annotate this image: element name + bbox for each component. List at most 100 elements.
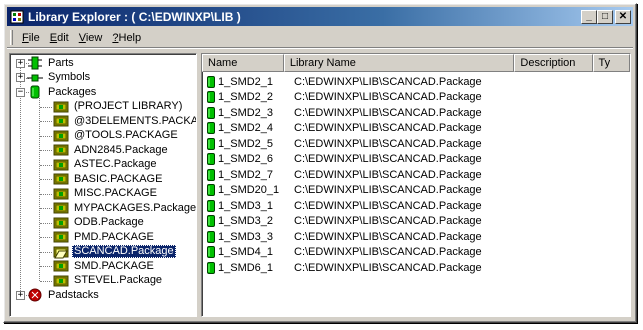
close-button[interactable]: ✕ xyxy=(615,9,631,24)
cell-name: 1_SMD6_1 xyxy=(218,261,274,274)
tree-package-label: SMD.PACKAGE xyxy=(74,259,154,272)
tree-package-label: MYPACKAGES.Package xyxy=(74,201,197,214)
tree-node-symbols[interactable]: Symbols xyxy=(27,71,92,86)
library-icon xyxy=(53,231,69,243)
library-icon xyxy=(53,130,69,142)
tree-node-padstacks[interactable]: Padstacks xyxy=(27,288,101,303)
tree-node-label: Parts xyxy=(48,56,74,69)
list-row[interactable]: 1_SMD2_1 C:\EDWINXP\LIB\SCANCAD.Package xyxy=(202,74,630,90)
tree-package-label: @TOOLS.PACKAGE xyxy=(74,129,178,142)
cell-name: 1_SMD4_1 xyxy=(218,246,274,259)
menu-help[interactable]: ?Help xyxy=(107,30,146,46)
packages-icon xyxy=(30,85,40,99)
tree-package-item[interactable]: MISC.PACKAGE xyxy=(53,187,159,202)
tree-package-item[interactable]: @TOOLS.PACKAGE xyxy=(53,129,180,144)
package-icon xyxy=(207,246,215,259)
tree-package-item[interactable]: @3DELEMENTS.PACKAGE xyxy=(53,114,196,129)
tree-package-item[interactable]: ASTEC.Package xyxy=(53,158,159,173)
expander-packages-icon[interactable]: − xyxy=(16,87,25,97)
list-row[interactable]: 1_SMD6_1 C:\EDWINXP\LIB\SCANCAD.Package xyxy=(202,260,630,276)
minimize-icon: _ xyxy=(586,10,592,22)
cell-library-name: C:\EDWINXP\LIB\SCANCAD.Package xyxy=(294,246,482,259)
tree-node-label: Packages xyxy=(48,85,97,98)
column-header-type[interactable]: Ty xyxy=(592,54,630,72)
library-icon xyxy=(53,217,69,229)
list-header: Name Library Name Description Ty xyxy=(202,54,630,72)
cell-library-name: C:\EDWINXP\LIB\SCANCAD.Package xyxy=(294,106,482,119)
tree-node-label: Symbols xyxy=(48,71,91,84)
close-icon: ✕ xyxy=(618,10,628,22)
library-icon xyxy=(53,202,69,214)
cell-library-name: C:\EDWINXP\LIB\SCANCAD.Package xyxy=(294,168,482,181)
tree-connector xyxy=(40,135,52,137)
package-icon xyxy=(207,106,215,119)
tree-node-packages[interactable]: Packages xyxy=(27,85,98,100)
cell-library-name: C:\EDWINXP\LIB\SCANCAD.Package xyxy=(294,199,482,212)
tree-connector xyxy=(40,150,52,151)
list-row[interactable]: 1_SMD20_1 C:\EDWINXP\LIB\SCANCAD.Package xyxy=(202,183,630,199)
cell-library-name: C:\EDWINXP\LIB\SCANCAD.Package xyxy=(294,75,482,88)
tree-connector xyxy=(40,179,52,180)
list-row[interactable]: 1_SMD2_6 C:\EDWINXP\LIB\SCANCAD.Package xyxy=(202,152,630,168)
list-row[interactable]: 1_SMD2_3 C:\EDWINXP\LIB\SCANCAD.Package xyxy=(202,105,630,121)
list-row[interactable]: 1_SMD2_7 C:\EDWINXP\LIB\SCANCAD.Package xyxy=(202,167,630,183)
cell-name: 1_SMD2_7 xyxy=(218,168,274,181)
tree-package-label: ADN2845.Package xyxy=(74,143,168,156)
library-icon xyxy=(53,144,69,156)
list-row[interactable]: 1_SMD4_1 C:\EDWINXP\LIB\SCANCAD.Package xyxy=(202,245,630,261)
column-header-description[interactable]: Description xyxy=(514,54,593,72)
list-row[interactable]: 1_SMD3_1 C:\EDWINXP\LIB\SCANCAD.Package xyxy=(202,198,630,214)
package-icon xyxy=(207,199,215,212)
menu-view[interactable]: View xyxy=(74,30,108,46)
tree-package-item[interactable]: STEVEL.Package xyxy=(53,274,164,289)
cell-name: 1_SMD2_6 xyxy=(218,153,274,166)
library-open-icon xyxy=(53,246,69,259)
tree-package-item[interactable]: SMD.PACKAGE xyxy=(53,259,156,274)
tree-connector-packages xyxy=(39,98,40,281)
column-header-library-name[interactable]: Library Name xyxy=(283,54,515,72)
tree-package-item[interactable]: PMD.PACKAGE xyxy=(53,230,156,245)
library-icon xyxy=(53,275,69,287)
list-row[interactable]: 1_SMD3_2 C:\EDWINXP\LIB\SCANCAD.Package xyxy=(202,214,630,230)
menu-edit[interactable]: Edit xyxy=(45,30,74,46)
list-row[interactable]: 1_SMD2_4 C:\EDWINXP\LIB\SCANCAD.Package xyxy=(202,121,630,137)
tree-package-item[interactable]: ADN2845.Package xyxy=(53,143,170,158)
maximize-icon: □ xyxy=(601,10,609,22)
cell-library-name: C:\EDWINXP\LIB\SCANCAD.Package xyxy=(294,91,482,104)
symbols-icon xyxy=(27,74,43,82)
library-tree[interactable]: + Parts + Symbols − Packages + Padstacks (PROJEC… xyxy=(9,53,197,317)
library-icon xyxy=(53,173,69,185)
tree-connector xyxy=(40,280,52,282)
menu-file[interactable]: File xyxy=(17,30,45,46)
menu-grip xyxy=(10,30,13,45)
tree-package-item[interactable]: ODB.Package xyxy=(53,216,146,231)
title-bar[interactable]: Library Explorer : ( C:\EDWINXP\LIB ) _ … xyxy=(7,7,633,26)
package-icon xyxy=(207,137,215,150)
cell-name: 1_SMD3_2 xyxy=(218,215,274,228)
tree-package-label: MISC.PACKAGE xyxy=(74,187,157,200)
expander-symbols-icon[interactable]: + xyxy=(16,73,25,82)
tree-package-item[interactable]: MYPACKAGES.Package xyxy=(53,201,197,216)
list-row[interactable]: 1_SMD3_3 C:\EDWINXP\LIB\SCANCAD.Package xyxy=(202,229,630,245)
package-list[interactable]: Name Library Name Description Ty 1_SMD2_… xyxy=(201,53,631,317)
content-area: + Parts + Symbols − Packages + Padstacks (PROJEC… xyxy=(7,51,633,319)
app-icon xyxy=(10,10,24,23)
tree-package-label: STEVEL.Package xyxy=(74,274,163,287)
list-row[interactable]: 1_SMD2_2 C:\EDWINXP\LIB\SCANCAD.Package xyxy=(202,90,630,106)
maximize-button[interactable]: □ xyxy=(597,9,613,24)
column-header-name[interactable]: Name xyxy=(202,54,284,72)
cell-name: 1_SMD3_3 xyxy=(218,230,274,243)
cell-name: 1_SMD2_1 xyxy=(218,75,274,88)
tree-package-item[interactable]: (PROJECT LIBRARY) xyxy=(53,100,184,115)
minimize-button[interactable]: _ xyxy=(581,9,597,24)
tree-package-item[interactable]: BASIC.PACKAGE xyxy=(53,172,164,187)
list-row[interactable]: 1_SMD2_5 C:\EDWINXP\LIB\SCANCAD.Package xyxy=(202,136,630,152)
expander-parts-icon[interactable]: + xyxy=(16,58,25,68)
tree-connector-root xyxy=(20,63,21,295)
package-icon xyxy=(207,230,215,243)
expander-padstacks-icon[interactable]: + xyxy=(16,290,25,300)
cell-library-name: C:\EDWINXP\LIB\SCANCAD.Package xyxy=(294,215,482,228)
tree-package-item[interactable]: SCANCAD.Package xyxy=(53,245,176,260)
cell-library-name: C:\EDWINXP\LIB\SCANCAD.Package xyxy=(294,137,482,150)
tree-node-parts[interactable]: Parts xyxy=(27,56,76,71)
